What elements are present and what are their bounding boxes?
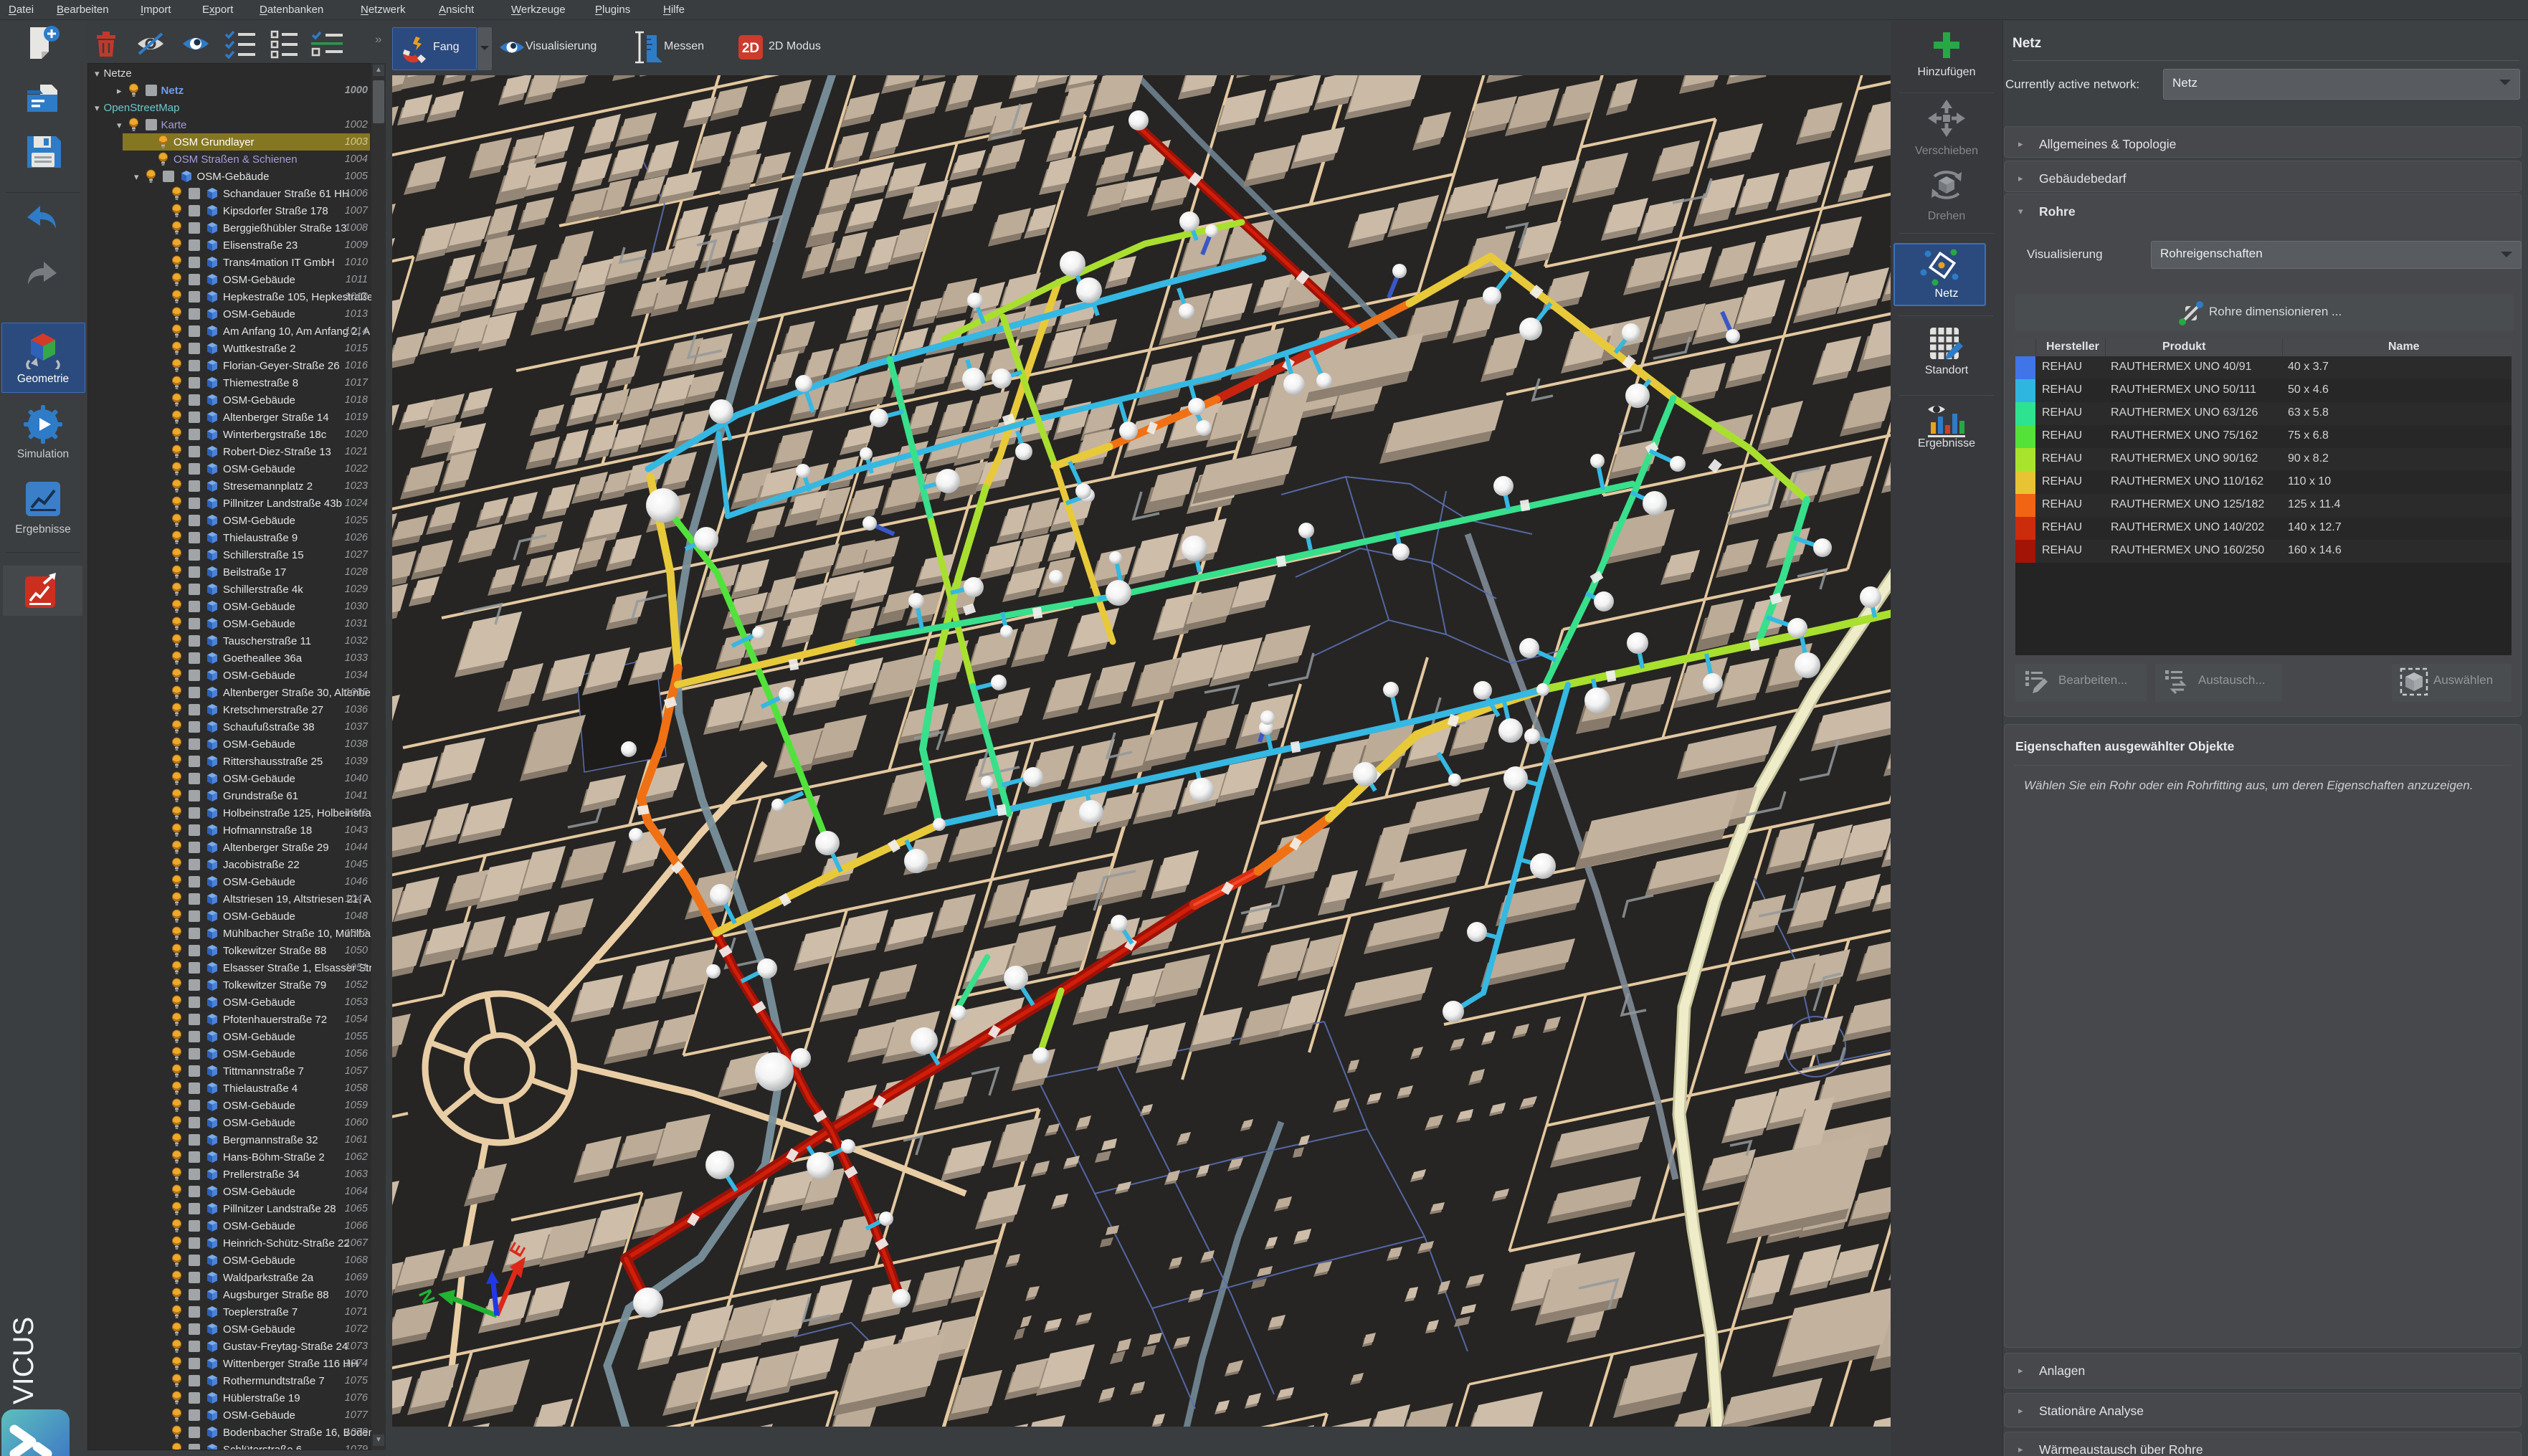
svg-text:2D: 2D [742,41,759,56]
svg-text:VICUS: VICUS [8,1317,39,1404]
